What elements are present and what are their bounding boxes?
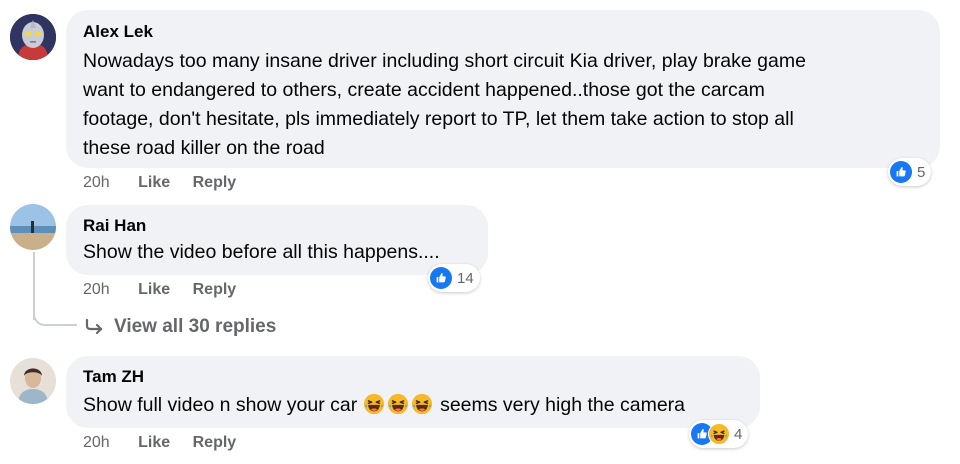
reaction-count: 14: [457, 269, 474, 287]
comment-text-line: these road killer on the road: [83, 137, 325, 159]
reply-thread-curve: [33, 300, 77, 326]
reaction-summary[interactable]: 14: [428, 264, 480, 292]
like-link[interactable]: Like: [138, 281, 170, 298]
comment-text-part: Show full video n show your car: [83, 394, 358, 416]
comment-text: Nowadays too many insane driver includin…: [83, 47, 933, 163]
haha-reaction-icon: [708, 423, 730, 445]
reaction-count: 5: [917, 163, 926, 181]
comment-author[interactable]: Rai Han: [83, 216, 146, 236]
comment-text-line: Nowadays too many insane driver includin…: [83, 50, 806, 72]
comment-actions: 20h Like Reply: [83, 281, 236, 299]
comment-bubble: Tam ZH Show full video n show your car s…: [66, 356, 760, 428]
reaction-summary[interactable]: 4: [689, 420, 749, 448]
thumbs-up-icon: [890, 161, 912, 183]
comment-timestamp[interactable]: 20h: [83, 174, 110, 191]
haha-emoji-icon: [411, 393, 433, 415]
comment-bubble: Alex Lek Nowadays too many insane driver…: [66, 10, 940, 168]
reaction-summary[interactable]: 5: [888, 158, 932, 186]
haha-emoji-icon: [363, 393, 385, 415]
comment-timestamp[interactable]: 20h: [83, 434, 110, 451]
comment-bubble: Rai Han Show the video before all this h…: [66, 205, 488, 275]
thumbs-up-icon: [430, 267, 452, 289]
comment-text-part: seems very high the camera: [440, 394, 686, 416]
comment-text-line: want to endangered to others, create acc…: [83, 79, 765, 101]
comment-actions: 20h Like Reply: [83, 434, 236, 452]
reply-arrow-icon: [85, 318, 103, 335]
like-link[interactable]: Like: [138, 174, 170, 191]
reply-link[interactable]: Reply: [193, 434, 237, 451]
reaction-count: 4: [734, 425, 743, 443]
view-replies-label: View all 30 replies: [114, 316, 277, 337]
avatar[interactable]: [10, 358, 56, 404]
reply-link[interactable]: Reply: [193, 281, 237, 298]
avatar[interactable]: [10, 14, 56, 60]
comment-text-line: footage, don't hesitate, pls immediately…: [83, 108, 794, 130]
like-link[interactable]: Like: [138, 434, 170, 451]
comment-timestamp[interactable]: 20h: [83, 281, 110, 298]
reply-link[interactable]: Reply: [193, 174, 237, 191]
haha-emoji-icon: [387, 393, 409, 415]
comment-author[interactable]: Tam ZH: [83, 367, 144, 387]
avatar[interactable]: [10, 204, 56, 250]
comment-text: Show the video before all this happens..…: [83, 241, 440, 263]
view-replies-link[interactable]: View all 30 replies: [84, 316, 276, 338]
comment-author[interactable]: Alex Lek: [83, 22, 153, 42]
comment-actions: 20h Like Reply: [83, 174, 236, 192]
comment-text: Show full video n show your car seems ve…: [83, 391, 685, 420]
